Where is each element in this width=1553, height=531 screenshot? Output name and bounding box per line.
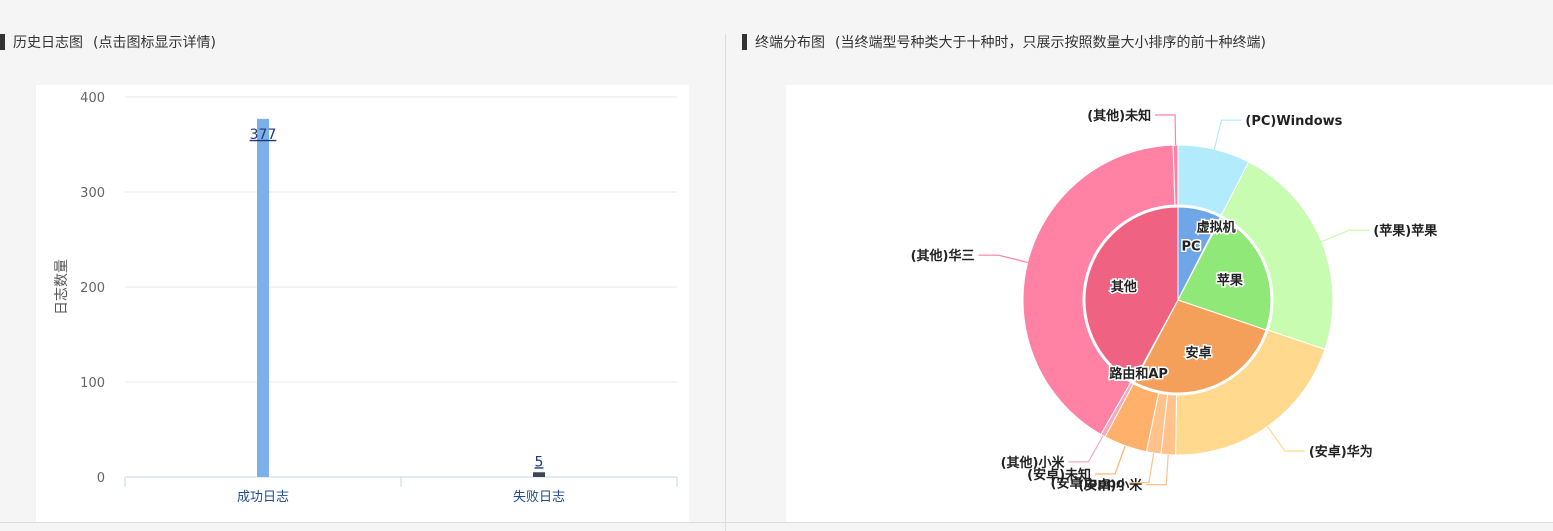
inner-slice-label: PC xyxy=(1182,240,1201,255)
label-leader-line xyxy=(978,254,1028,264)
x-category-label[interactable]: 成功日志 xyxy=(237,490,289,505)
title-marker xyxy=(0,34,5,50)
bar-value-label: 377 xyxy=(250,127,277,143)
label-leader-line xyxy=(1213,119,1242,150)
label-leader-line xyxy=(1321,229,1370,243)
terminal-dist-subtitle: (当终端型号种类大于十种时，只展示按照数量大小排序的前十种终端) xyxy=(835,35,1266,51)
label-leader-line xyxy=(1068,435,1104,463)
label-leader-line xyxy=(1095,445,1126,475)
bar-success-log[interactable] xyxy=(257,118,269,477)
terminal-dist-title: 终端分布图 xyxy=(755,35,825,51)
inner-slice-label: 路由和AP xyxy=(1109,366,1168,382)
history-bar-chart: 0 100 200 300 400 日志数量 377 成功日志 5 失败日志 xyxy=(54,91,678,505)
y-axis-label: 日志数量 xyxy=(54,259,70,315)
y-tick-label: 300 xyxy=(80,186,105,201)
outer-slice-label: (安卓)华为 xyxy=(1309,444,1373,460)
y-tick-label: 400 xyxy=(80,91,105,106)
history-log-title: 历史日志图 xyxy=(13,35,83,51)
left-panel-title: 历史日志图 (点击图标显示详情) xyxy=(0,32,216,52)
outer-slice-label: (其他)华三 xyxy=(911,248,975,264)
label-leader-line xyxy=(1155,114,1177,146)
title-marker xyxy=(742,34,747,50)
inner-slice-label: 苹果 xyxy=(1217,272,1243,288)
inner-slice-label: 虚拟机 xyxy=(1197,219,1236,235)
bottom-border xyxy=(0,522,1553,523)
label-leader-line xyxy=(1267,426,1305,452)
right-panel-title: 终端分布图 (当终端型号种类大于十种时，只展示按照数量大小排序的前十种终端) xyxy=(742,32,1266,52)
history-log-subtitle: (点击图标显示详情) xyxy=(93,35,216,51)
y-tick-label: 0 xyxy=(97,471,105,486)
terminal-pie-chart: PC 虚拟机苹果安卓路由和AP 其他 (PC)Windows (苹果)苹果 (安卓)华为 (… xyxy=(911,108,1438,494)
outer-slice-label: (其他)未知 xyxy=(1087,108,1151,124)
outer-slice-label: (苹果)苹果 xyxy=(1373,223,1437,239)
bar-value-label: 5 xyxy=(535,454,544,470)
outer-slice-label: (PC)Windows xyxy=(1245,114,1342,129)
inner-slice-label: 其他 xyxy=(1111,279,1137,295)
bar-chart-card: 0 100 200 300 400 日志数量 377 成功日志 5 失败日志 xyxy=(36,85,689,522)
y-tick-label: 200 xyxy=(80,281,105,296)
outer-slice-label: (其他)小米 xyxy=(1001,455,1066,471)
bar-failure-log[interactable] xyxy=(533,472,545,477)
x-category-label[interactable]: 失败日志 xyxy=(513,490,565,505)
pie-chart-card: PC 虚拟机苹果安卓路由和AP 其他 (PC)Windows (苹果)苹果 (安卓)华为 (… xyxy=(786,85,1553,522)
panel-divider xyxy=(725,34,726,531)
inner-slice-label: 安卓 xyxy=(1186,345,1212,361)
y-tick-label: 100 xyxy=(80,376,105,391)
